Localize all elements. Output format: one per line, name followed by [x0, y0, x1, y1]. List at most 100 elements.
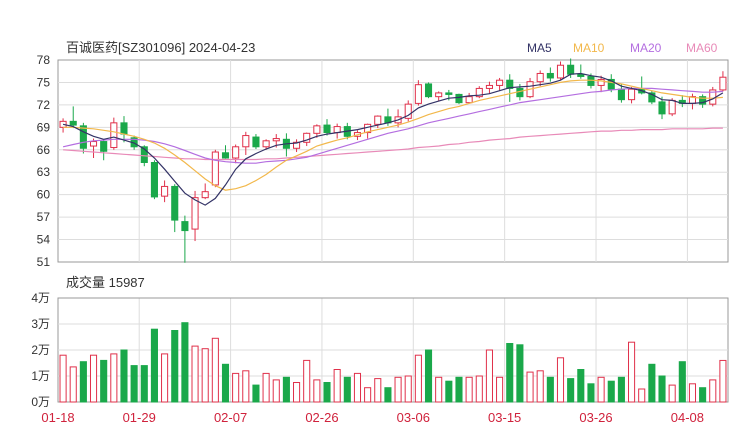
candle [455, 93, 463, 105]
candle [282, 133, 290, 157]
date-tick-label: 03-06 [397, 410, 430, 425]
volume-bar [709, 379, 717, 403]
volume-bar [272, 379, 280, 403]
price-tick-label: 63 [37, 165, 51, 179]
chart-title: 百诚医药[SZ301096] 2024-04-23 [66, 40, 255, 55]
price-panel-frame [57, 59, 729, 263]
volume-bar [191, 345, 199, 403]
volume-bar [668, 384, 676, 403]
candle [424, 82, 433, 99]
legend-ma60: MA60 [686, 41, 718, 55]
volume-bar [303, 359, 311, 403]
candle [161, 180, 169, 203]
volume-bar [161, 353, 169, 403]
candle [201, 183, 209, 200]
candle [496, 77, 504, 91]
volume-bar [89, 354, 98, 403]
candle [688, 93, 697, 110]
volume-bar [211, 337, 219, 403]
volume-bar [404, 375, 412, 403]
volume-bar [110, 353, 118, 403]
volume-bar [140, 365, 148, 403]
candle [100, 139, 108, 161]
candle [232, 144, 240, 164]
price-tick-label: 51 [37, 255, 51, 269]
chart-canvas: 百诚医药[SZ301096] 2024-04-23 MA5 MA10 MA20 MA60… [31, 40, 729, 425]
candle [211, 149, 219, 188]
price-tick-label: 60 [37, 188, 51, 202]
price-tick-label: 54 [37, 233, 51, 247]
volume-bar [313, 379, 321, 403]
volume-bar [384, 387, 392, 403]
legend-ma20: MA20 [630, 41, 662, 55]
candle [171, 184, 179, 233]
volume-bar [333, 369, 341, 403]
candle [221, 145, 230, 159]
volume-bar [628, 341, 636, 403]
volume-bar [678, 361, 686, 403]
candle [414, 80, 422, 106]
stock-chart: 百诚医药[SZ301096] 2024-04-23 MA5 MA10 MA20 MA60… [0, 0, 740, 440]
volume-bar [232, 372, 240, 403]
price-tick-label: 69 [37, 120, 51, 134]
volume-bar [435, 376, 443, 403]
date-tick-label: 03-26 [579, 410, 612, 425]
volume-bar [638, 388, 646, 403]
volume-bar [252, 384, 260, 403]
volume-bar [130, 365, 138, 403]
candle [709, 86, 717, 107]
volume-bar [465, 376, 473, 403]
volume-bar [221, 363, 230, 403]
volume-bar [150, 328, 158, 403]
volume-bar [120, 349, 128, 403]
volume-bar [181, 322, 189, 403]
volume-bar [496, 376, 504, 403]
volume-bar [69, 366, 77, 403]
volume-title: 成交量 15987 [66, 275, 145, 290]
volume-bar [171, 330, 179, 403]
volume-bar [597, 376, 605, 403]
volume-bar [282, 376, 290, 403]
volume-bar [719, 359, 727, 403]
price-tick-label: 78 [37, 53, 51, 67]
candle [323, 119, 331, 136]
volume-tick-label: 3万 [31, 317, 50, 331]
volume-bar [567, 378, 575, 403]
candle [404, 100, 412, 122]
candle [699, 94, 707, 108]
candle [333, 123, 341, 139]
volume-bar [648, 363, 656, 403]
volume-bar [445, 380, 453, 403]
candle [475, 86, 483, 99]
volume-bar [485, 349, 493, 403]
volume-bar [617, 376, 625, 403]
volume-bar [293, 382, 301, 403]
volume-bar [262, 372, 270, 403]
volume-bar [242, 370, 250, 403]
candle [648, 90, 656, 105]
volume-bar [79, 361, 87, 403]
volume-bar [556, 357, 565, 403]
volume-bar [424, 349, 433, 403]
volume-bar [100, 359, 108, 403]
volume-bar [506, 343, 514, 403]
date-tick-label: 04-08 [671, 410, 704, 425]
volume-bar [546, 376, 554, 403]
volume-tick-label: 0万 [31, 395, 50, 409]
candle [465, 92, 473, 104]
volume-bar [455, 376, 463, 403]
candle [719, 71, 727, 92]
volume-bar [577, 369, 585, 403]
candle [120, 116, 128, 143]
volume-bar [516, 344, 524, 403]
volume-bar [353, 372, 362, 403]
candle [150, 160, 158, 200]
date-tick-label: 02-26 [305, 410, 338, 425]
volume-bar [607, 380, 615, 403]
candle [242, 131, 250, 156]
legend-ma5: MA5 [527, 41, 552, 55]
candle [252, 134, 260, 150]
date-tick-label: 03-15 [488, 410, 521, 425]
candle [59, 118, 67, 133]
volume-bar [414, 354, 422, 403]
